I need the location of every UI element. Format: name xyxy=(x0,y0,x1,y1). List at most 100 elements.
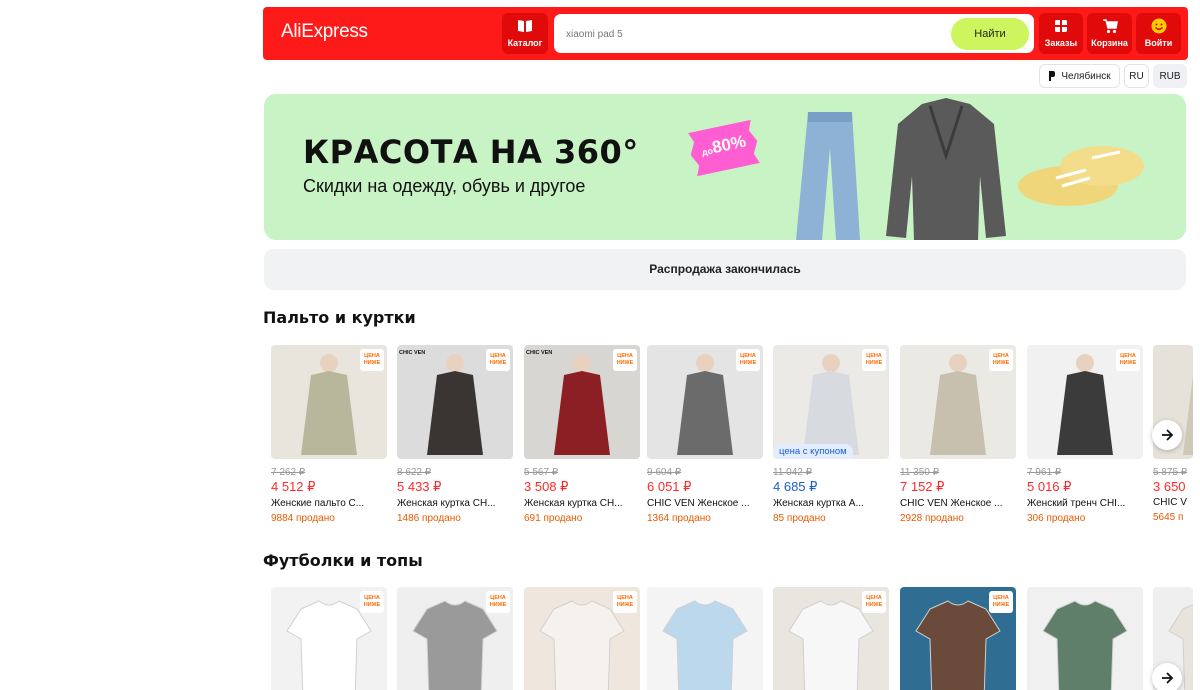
current-price: 4 512 ₽ xyxy=(271,479,316,494)
product-image[interactable] xyxy=(1027,587,1143,690)
old-price: 5 875 ₽ xyxy=(1153,467,1188,478)
price-lower-tag: ЦЕНА НИЖЕ xyxy=(486,591,510,613)
product-card[interactable]: ЦЕНА НИЖЕ 11 350 ₽7 152 ₽ CHIC VEN Женское… xyxy=(900,345,1016,524)
product-card[interactable]: ЦЕНА НИЖЕ 7 961 ₽5 016 ₽ Женский тренч CHI… xyxy=(1027,345,1143,524)
sold-count: 2928 продано xyxy=(900,513,964,524)
product-card[interactable]: CHIC VEN ЦЕНА НИЖЕ 5 567 ₽3 508 ₽ Женская к… xyxy=(524,345,640,524)
old-price: 11 042 ₽ xyxy=(773,467,812,478)
product-card[interactable]: ЦЕНА НИЖЕ xyxy=(397,587,513,690)
discount-badge: до80% xyxy=(681,113,767,184)
product-card[interactable]: ЦЕНА НИЖЕ 7 262 ₽4 512 ₽ Женские пальто С.… xyxy=(271,345,387,524)
product-name[interactable]: CHIC VEN Женское ... xyxy=(900,498,1016,509)
box-icon xyxy=(1055,20,1067,32)
product-name[interactable]: Женская куртка CH... xyxy=(397,498,513,509)
search-bar: Найти xyxy=(554,14,1034,53)
city-selector[interactable]: Челябинск xyxy=(1039,64,1120,88)
price-lower-tag: ЦЕНА НИЖЕ xyxy=(360,349,384,371)
catalog-label: Каталог xyxy=(507,38,543,48)
price-lower-tag: ЦЕНА НИЖЕ xyxy=(486,349,510,371)
current-price: 3 650 xyxy=(1153,479,1186,494)
product-image[interactable]: ЦЕНА НИЖЕ цена с купоном xyxy=(773,345,889,459)
login-button[interactable]: Войти xyxy=(1136,13,1181,54)
product-image[interactable] xyxy=(647,587,763,690)
section-title-coats[interactable]: Пальто и куртки xyxy=(263,308,416,327)
currency-selector[interactable]: RUB xyxy=(1153,64,1187,88)
sold-count: 306 продано xyxy=(1027,513,1086,524)
old-price: 8 622 ₽ xyxy=(397,467,432,478)
banner-subtitle: Скидки на одежду, обувь и другое xyxy=(303,176,586,196)
city-label: Челябинск xyxy=(1061,70,1111,82)
jeans-image xyxy=(796,112,860,240)
current-price: 3 508 ₽ xyxy=(524,479,569,494)
location-pin-icon xyxy=(1049,71,1056,81)
cart-label: Корзина xyxy=(1091,38,1128,48)
coupon-label: цена с купоном xyxy=(773,444,853,459)
arrow-right-icon xyxy=(1162,672,1174,684)
orders-label: Заказы xyxy=(1044,38,1078,48)
product-image[interactable]: ЦЕНА НИЖЕ xyxy=(524,587,640,690)
language-selector[interactable]: RU xyxy=(1124,64,1149,88)
old-price: 7 262 ₽ xyxy=(271,467,306,478)
product-card[interactable]: ЦЕНА НИЖЕ xyxy=(271,587,387,690)
orders-button[interactable]: Заказы xyxy=(1039,13,1083,54)
sold-count: 9884 продано xyxy=(271,513,335,524)
price-lower-tag: ЦЕНА НИЖЕ xyxy=(360,591,384,613)
old-price: 11 350 ₽ xyxy=(900,467,939,478)
cart-button[interactable]: Корзина xyxy=(1087,13,1132,54)
promo-banner[interactable]: КРАСОТА НА 360° Скидки на одежду, обувь … xyxy=(264,94,1186,240)
brand-label: CHIC VEN xyxy=(399,350,426,356)
sale-status-bar: Распродажа закончилась xyxy=(264,249,1186,290)
product-name[interactable]: CHIC V xyxy=(1153,497,1193,508)
product-name[interactable]: Женские пальто С... xyxy=(271,498,387,509)
section-title-tshirts[interactable]: Футболки и топы xyxy=(263,551,423,570)
product-card[interactable] xyxy=(1027,587,1143,690)
product-card[interactable] xyxy=(647,587,763,690)
product-image[interactable]: CHIC VEN ЦЕНА НИЖЕ xyxy=(397,345,513,459)
product-garment xyxy=(1042,600,1128,690)
carousel-next-button[interactable] xyxy=(1152,663,1182,690)
sold-count: 691 продано xyxy=(524,513,583,524)
current-price: 5 433 ₽ xyxy=(397,479,442,494)
product-card[interactable]: CHIC VEN ЦЕНА НИЖЕ 8 622 ₽5 433 ₽ Женская к… xyxy=(397,345,513,524)
product-image[interactable]: CHIC VEN ЦЕНА НИЖЕ xyxy=(524,345,640,459)
shoes-image xyxy=(1018,146,1144,206)
blazer-image xyxy=(886,98,1006,240)
login-label: Войти xyxy=(1144,38,1173,48)
product-card[interactable]: ЦЕНА НИЖЕ xyxy=(900,587,1016,690)
price-lower-tag: ЦЕНА НИЖЕ xyxy=(862,591,886,613)
product-image[interactable]: ЦЕНА НИЖЕ xyxy=(271,345,387,459)
logo[interactable]: AliExpress xyxy=(281,21,368,43)
product-name[interactable]: Женский тренч CHI... xyxy=(1027,498,1143,509)
current-price: 6 051 ₽ xyxy=(647,479,692,494)
product-image[interactable]: ЦЕНА НИЖЕ xyxy=(773,587,889,690)
product-image[interactable]: ЦЕНА НИЖЕ xyxy=(900,345,1016,459)
product-image[interactable]: ЦЕНА НИЖЕ xyxy=(271,587,387,690)
price-lower-tag: ЦЕНА НИЖЕ xyxy=(613,349,637,371)
carousel-next-button[interactable] xyxy=(1152,420,1182,450)
product-image[interactable]: ЦЕНА НИЖЕ xyxy=(397,587,513,690)
product-card[interactable]: ЦЕНА НИЖЕ 9 604 ₽6 051 ₽ CHIC VEN Женское … xyxy=(647,345,763,524)
cart-icon xyxy=(1102,19,1118,34)
product-image[interactable]: ЦЕНА НИЖЕ xyxy=(900,587,1016,690)
search-button[interactable]: Найти xyxy=(951,18,1029,50)
search-input[interactable] xyxy=(566,25,936,43)
sold-count: 5645 п xyxy=(1153,512,1184,523)
product-image[interactable]: ЦЕНА НИЖЕ xyxy=(647,345,763,459)
product-card[interactable]: ЦЕНА НИЖЕ xyxy=(773,587,889,690)
product-name[interactable]: CHIC VEN Женское ... xyxy=(647,498,763,509)
product-card[interactable]: ЦЕНА НИЖЕ цена с купоном 11 042 ₽4 685 ₽ Же… xyxy=(773,345,889,524)
product-card[interactable]: ЦЕНА НИЖЕ xyxy=(524,587,640,690)
price-lower-tag: ЦЕНА НИЖЕ xyxy=(613,591,637,613)
price-lower-tag: ЦЕНА НИЖЕ xyxy=(989,591,1013,613)
product-image[interactable]: ЦЕНА НИЖЕ xyxy=(1027,345,1143,459)
current-price: 7 152 ₽ xyxy=(900,479,945,494)
current-price: 5 016 ₽ xyxy=(1027,479,1072,494)
product-name[interactable]: Женская куртка CH... xyxy=(524,498,640,509)
smiley-icon xyxy=(1151,18,1166,34)
sold-count: 1486 продано xyxy=(397,513,461,524)
sold-count: 85 продано xyxy=(773,513,826,524)
catalog-button[interactable]: Каталог xyxy=(502,13,548,54)
book-icon xyxy=(518,20,532,32)
product-name[interactable]: Женская куртка А... xyxy=(773,498,889,509)
price-lower-tag: ЦЕНА НИЖЕ xyxy=(736,349,760,371)
